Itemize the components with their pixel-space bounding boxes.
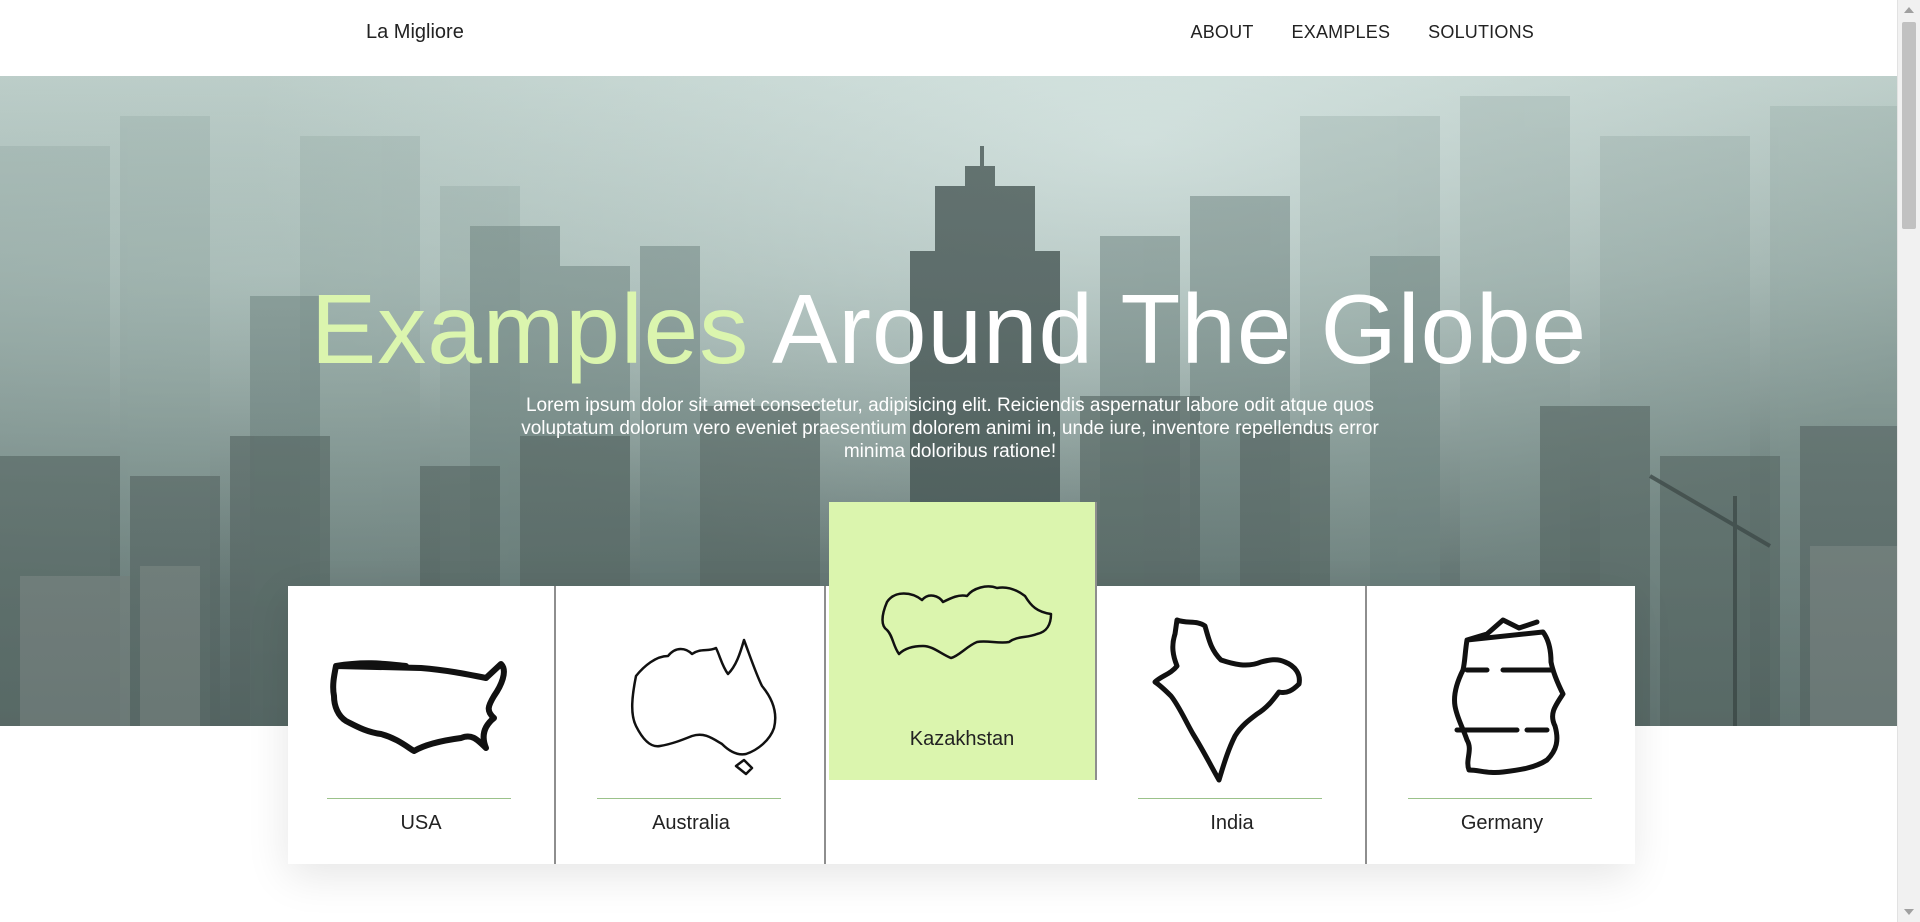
nav-link-examples[interactable]: EXAMPLES	[1292, 22, 1391, 43]
country-card-australia[interactable]: Australia	[558, 586, 826, 864]
country-label: USA	[400, 812, 442, 834]
country-label: India	[1210, 812, 1254, 834]
card-separator	[1095, 502, 1097, 780]
country-divider	[1408, 798, 1592, 799]
hero-description: Lorem ipsum dolor sit amet consectetur, …	[521, 395, 1379, 462]
hero-title: Examples Around The Globe	[0, 280, 1898, 378]
country-label: Germany	[1460, 812, 1544, 834]
kazakhstan-map-icon	[881, 585, 1053, 660]
usa-map-icon	[330, 660, 507, 754]
card-separator	[1365, 586, 1367, 864]
scroll-thumb[interactable]	[1902, 22, 1916, 229]
card-separator	[824, 586, 826, 864]
hero-title-rest: Around The Globe	[749, 274, 1588, 384]
country-divider	[1138, 798, 1322, 799]
scroll-up-arrow-icon[interactable]	[1904, 7, 1914, 13]
brand-logo-link[interactable]: La Migliore	[366, 21, 464, 44]
nav-link-about[interactable]: ABOUT	[1191, 22, 1254, 43]
country-card-kazakhstan[interactable]: Kazakhstan	[829, 502, 1097, 780]
country-divider	[597, 798, 781, 799]
country-card-usa[interactable]: USA	[288, 586, 556, 864]
australia-map-icon	[631, 638, 777, 776]
hero-title-accent: Examples	[310, 274, 750, 384]
main-nav: ABOUT EXAMPLES SOLUTIONS	[1191, 22, 1534, 43]
card-separator	[554, 586, 556, 864]
india-map-icon	[1152, 617, 1302, 783]
country-card-india[interactable]: India	[1099, 586, 1367, 864]
country-divider	[327, 798, 511, 799]
country-card-germany[interactable]: Germany	[1369, 586, 1635, 864]
page: La Migliore ABOUT EXAMPLES SOLUTIONS Exa…	[0, 0, 1898, 922]
header: La Migliore ABOUT EXAMPLES SOLUTIONS	[0, 0, 1898, 76]
country-cards: USA Australia Kazakhstan India Germany	[288, 502, 1635, 864]
nav-link-solutions[interactable]: SOLUTIONS	[1428, 22, 1534, 43]
scroll-down-arrow-icon[interactable]	[1904, 909, 1914, 915]
germany-map-icon	[1452, 617, 1566, 776]
country-label: Australia	[652, 812, 730, 834]
country-label: Kazakhstan	[909, 728, 1015, 750]
vertical-scrollbar[interactable]	[1897, 0, 1920, 922]
